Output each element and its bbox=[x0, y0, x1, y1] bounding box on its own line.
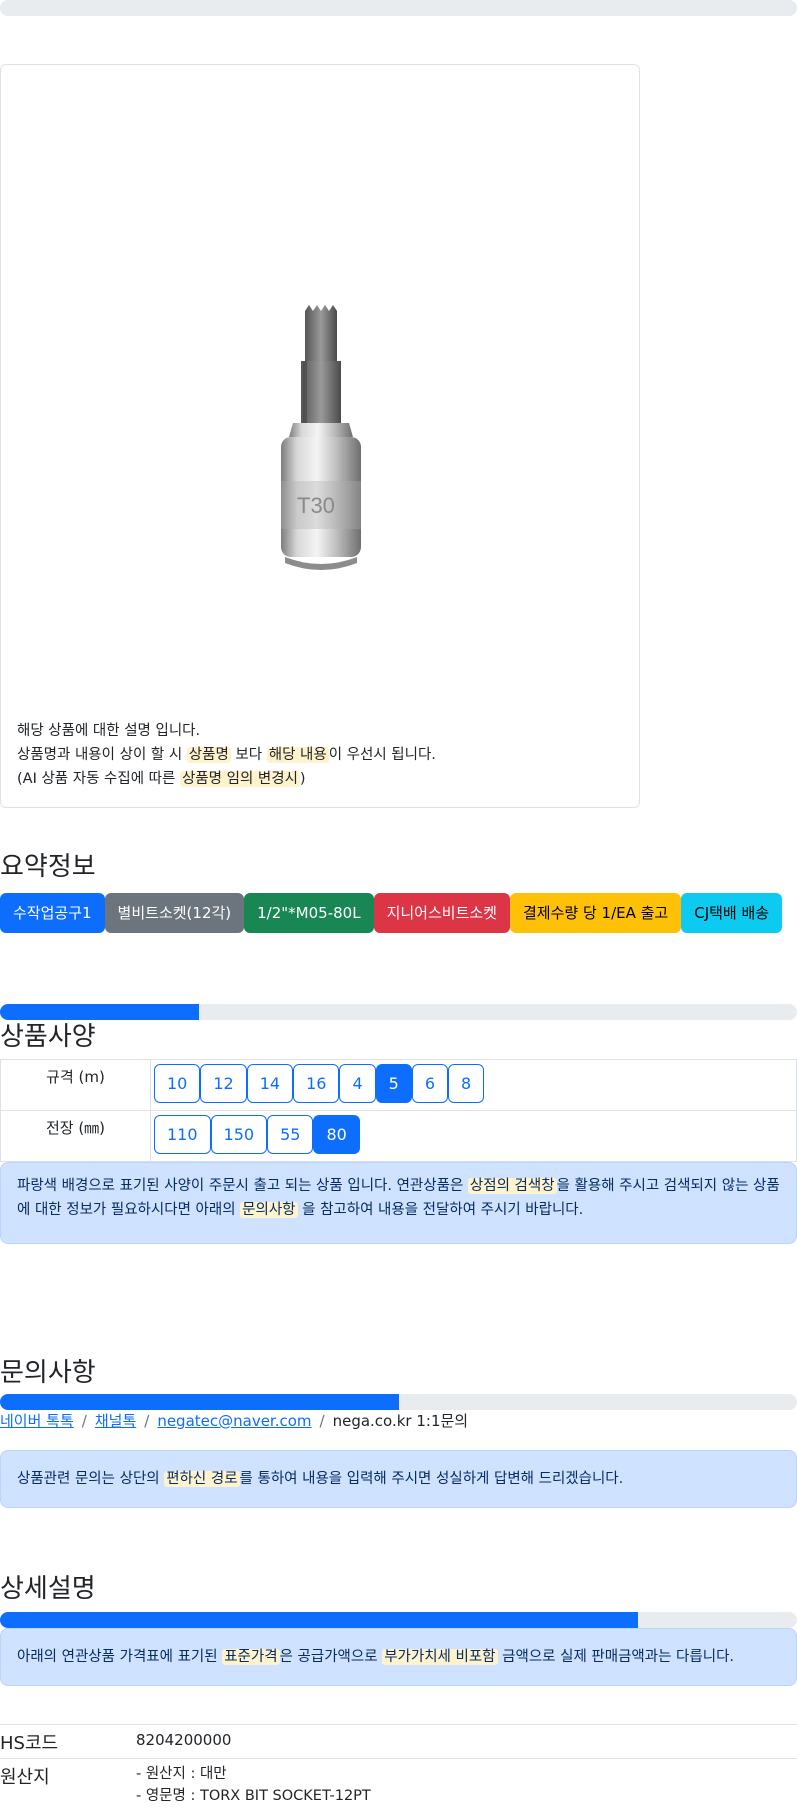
highlight-vat: 부가가치세 비포함 bbox=[382, 1649, 498, 1665]
hs-code-label: HS코드 bbox=[0, 1724, 136, 1759]
summary-badges: 수작업공구1 별비트소켓(12각) 1/2"*M05-80L 지니어스비트소켓 … bbox=[0, 893, 783, 933]
inquiry-title: 문의사항 bbox=[0, 1358, 96, 1388]
spec-options-size-cell: 10 12 14 16 4 5 6 8 bbox=[150, 1059, 797, 1111]
specs-progress-bar bbox=[0, 1004, 797, 1020]
spec-option-button[interactable]: 5 bbox=[375, 1064, 412, 1103]
spec-options-length-cell: 110 150 55 80 bbox=[150, 1110, 797, 1162]
badge-quantity: 결제수량 당 1/EA 출고 bbox=[509, 893, 682, 933]
one-on-one-inquiry: nega.co.kr 1:1문의 bbox=[332, 1412, 469, 1430]
badge-type: 별비트소켓(12각) bbox=[104, 893, 245, 933]
spec-option-button[interactable]: 150 bbox=[210, 1115, 268, 1154]
spec-option-button[interactable]: 12 bbox=[200, 1064, 247, 1103]
spec-row-length: 전장 (㎜) 110 150 55 80 bbox=[0, 1110, 797, 1162]
separator: / bbox=[144, 1412, 150, 1430]
notice-text: 금액으로 실제 판매금액과는 다릅니다. bbox=[497, 1649, 735, 1665]
separator: / bbox=[81, 1412, 87, 1430]
highlight-standard-price: 표준가격 bbox=[222, 1649, 280, 1665]
notice-text: 아래의 연관상품 가격표에 표기된 bbox=[17, 1649, 223, 1665]
badge-category: 수작업공구1 bbox=[0, 893, 105, 933]
desc-text: (AI 상품 자동 수집에 따른 bbox=[17, 771, 180, 787]
detail-progress-bar bbox=[0, 1612, 797, 1628]
notice-text: 파랑색 배경으로 표기된 사양이 주문시 출고 되는 상품 입니다. 연관상품은 bbox=[17, 1178, 468, 1194]
specs-notice: 파랑색 배경으로 표기된 사양이 주문시 출고 되는 상품 입니다. 연관상품은… bbox=[0, 1162, 797, 1244]
spec-option-button[interactable]: 16 bbox=[293, 1064, 340, 1103]
origin-label: 원산지 bbox=[0, 1758, 136, 1807]
highlight-inquiry: 문의사항 bbox=[240, 1202, 298, 1218]
desc-line-2: 상품명과 내용이 상이 할 시 상품명 보다 해당 내용 이 우선시 됩니다. bbox=[17, 743, 617, 767]
notice-text: 을 참고하여 내용을 전달하여 주시기 바랍니다. bbox=[297, 1202, 584, 1218]
detail-notice: 아래의 연관상품 가격표에 표기된 표준가격 은 공급가액으로 부가가치세 비포함… bbox=[0, 1628, 797, 1686]
summary-title: 요약정보 bbox=[0, 852, 96, 882]
spec-table: 규격 (m) 10 12 14 16 4 5 6 8 전장 (㎜) 110 150 55 80 bbox=[0, 1059, 797, 1162]
inquiry-progress-fill bbox=[0, 1394, 399, 1410]
svg-text:T30: T30 bbox=[297, 493, 335, 518]
inquiry-notice: 상품관련 문의는 상단의 편하신 경로 를 통하여 내용을 입력해 주시면 성실하… bbox=[0, 1450, 797, 1508]
product-image: T30 bbox=[281, 305, 361, 570]
specs-title: 상품사양 bbox=[0, 1022, 96, 1052]
desc-line-1: 해당 상품에 대한 설명 입니다. bbox=[17, 723, 201, 739]
spec-label-size: 규격 (m) bbox=[0, 1059, 151, 1111]
spec-option-button[interactable]: 10 bbox=[154, 1064, 201, 1103]
highlight-product-name: 상품명 bbox=[186, 747, 231, 763]
origin-row: 원산지 - 원산지 : 대만 - 영문명 : TORX BIT SOCKET-1… bbox=[0, 1758, 797, 1807]
origin-line-2: - 영문명 : TORX BIT SOCKET-12PT bbox=[136, 1788, 371, 1804]
spec-options-size: 10 12 14 16 4 5 6 8 bbox=[154, 1064, 793, 1103]
desc-text: 보다 bbox=[230, 747, 267, 763]
origin-value: - 원산지 : 대만 - 영문명 : TORX BIT SOCKET-12PT bbox=[136, 1758, 797, 1807]
badge-size: 1/2"*M05-80L bbox=[244, 893, 374, 933]
badge-brand: 지니어스비트소켓 bbox=[373, 893, 510, 933]
spec-option-button[interactable]: 4 bbox=[339, 1064, 376, 1103]
spec-option-button[interactable]: 8 bbox=[448, 1064, 485, 1103]
badge-shipping: CJ택배 배송 bbox=[681, 893, 783, 933]
notice-text: 를 통하여 내용을 입력해 주시면 성실하게 답변해 드리겠습니다. bbox=[239, 1471, 624, 1487]
detail-title: 상세설명 bbox=[0, 1574, 96, 1604]
desc-line-3: (AI 상품 자동 수집에 따른 상품명 임의 변경시) bbox=[17, 767, 617, 791]
notice-text: 은 공급가액으로 bbox=[279, 1649, 383, 1665]
highlight-route: 편하신 경로 bbox=[164, 1471, 240, 1487]
channel-talk-link[interactable]: 채널톡 bbox=[95, 1412, 136, 1430]
inquiry-progress-bar bbox=[0, 1394, 797, 1410]
spec-option-button[interactable]: 80 bbox=[313, 1115, 360, 1154]
detail-info-table: HS코드 8204200000 원산지 - 원산지 : 대만 - 영문명 : T… bbox=[0, 1724, 797, 1807]
spec-option-button[interactable]: 14 bbox=[246, 1064, 294, 1103]
spec-label-length: 전장 (㎜) bbox=[0, 1110, 151, 1162]
top-progress-bar bbox=[0, 0, 797, 16]
desc-text: 상품명과 내용이 상이 할 시 bbox=[17, 747, 187, 763]
spec-row-size: 규격 (m) 10 12 14 16 4 5 6 8 bbox=[0, 1059, 797, 1111]
naver-talk-link[interactable]: 네이버 톡톡 bbox=[0, 1412, 74, 1430]
product-description: 해당 상품에 대한 설명 입니다. 상품명과 내용이 상이 할 시 상품명 보다… bbox=[17, 719, 617, 791]
email-link[interactable]: negatec@naver.com bbox=[157, 1412, 311, 1430]
desc-text: ) bbox=[299, 771, 306, 787]
hs-code-value: 8204200000 bbox=[136, 1724, 797, 1759]
spec-option-button[interactable]: 55 bbox=[267, 1115, 314, 1154]
notice-text: 상품관련 문의는 상단의 bbox=[17, 1471, 165, 1487]
highlight-name-change: 상품명 임의 변경시 bbox=[179, 771, 300, 787]
detail-progress-fill bbox=[0, 1612, 638, 1628]
spec-option-button[interactable]: 110 bbox=[154, 1115, 211, 1154]
inquiry-links: 네이버 톡톡 / 채널톡 / negatec@naver.com / nega.co.kr … bbox=[0, 1410, 468, 1431]
origin-line-1: - 원산지 : 대만 bbox=[136, 1766, 227, 1782]
spec-options-length: 110 150 55 80 bbox=[154, 1115, 793, 1154]
spec-option-button[interactable]: 6 bbox=[411, 1064, 448, 1103]
product-image-card: T30 해당 상품에 대한 설명 입니다. 상품명과 내용이 상이 할 시 상품… bbox=[0, 64, 640, 808]
highlight-search: 상점의 검색창 bbox=[467, 1178, 557, 1194]
hs-code-row: HS코드 8204200000 bbox=[0, 1724, 797, 1759]
desc-text: 이 우선시 됩니다. bbox=[328, 747, 436, 763]
highlight-content: 해당 내용 bbox=[266, 747, 329, 763]
separator: / bbox=[319, 1412, 325, 1430]
